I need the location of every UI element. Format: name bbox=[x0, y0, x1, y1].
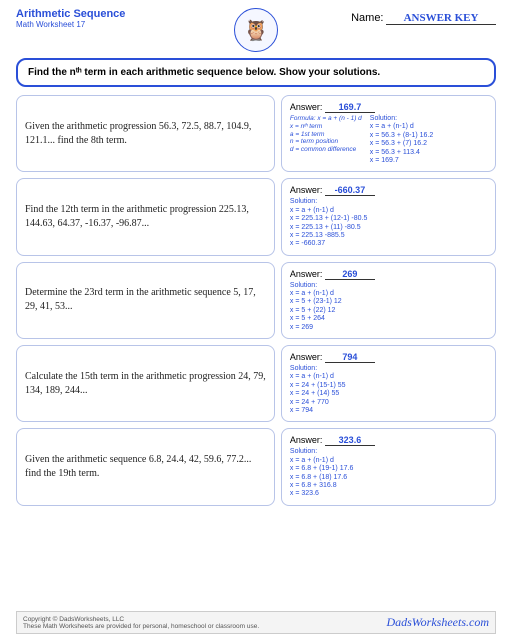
question-box: Given the arithmetic sequence 6.8, 24.4,… bbox=[16, 428, 275, 505]
answer-value: 269 bbox=[325, 269, 375, 280]
answer-line: Answer: -660.37 bbox=[290, 185, 487, 196]
question-box: Determine the 23rd term in the arithmeti… bbox=[16, 262, 275, 339]
question-text: Given the arithmetic progression 56.3, 7… bbox=[25, 120, 266, 148]
question-box: Given the arithmetic progression 56.3, 7… bbox=[16, 95, 275, 172]
answer-box: Answer: 794 Solution: x = a + (n-1) d x … bbox=[281, 345, 496, 422]
name-field: Name: ANSWER KEY bbox=[286, 8, 496, 25]
worksheet-title: Arithmetic Sequence bbox=[16, 8, 226, 20]
answer-line: Answer: 269 bbox=[290, 269, 487, 280]
answer-value: -660.37 bbox=[325, 185, 375, 196]
answer-box: Answer: 323.6 Solution: x = a + (n-1) d … bbox=[281, 428, 496, 505]
footer-note: These Math Worksheets are provided for p… bbox=[23, 623, 259, 630]
question-text: Find the 12th term in the arithmetic pro… bbox=[25, 203, 266, 231]
answer-box: Answer: 269 Solution: x = a + (n-1) d x … bbox=[281, 262, 496, 339]
answer-line: Answer: 794 bbox=[290, 352, 487, 363]
answer-line: Answer: 169.7 bbox=[290, 102, 487, 113]
question-text: Determine the 23rd term in the arithmeti… bbox=[25, 286, 266, 314]
header: Arithmetic Sequence Math Worksheet 17 🦉 … bbox=[16, 8, 496, 52]
owl-logo-icon: 🦉 bbox=[234, 8, 278, 52]
answer-line: Answer: 323.6 bbox=[290, 435, 487, 446]
question-box: Calculate the 15th term in the arithmeti… bbox=[16, 345, 275, 422]
problem-row: Given the arithmetic progression 56.3, 7… bbox=[16, 95, 496, 172]
problem-row: Calculate the 15th term in the arithmeti… bbox=[16, 345, 496, 422]
solution-text: Solution: x = a + (n-1) d x = 5 + (23-1)… bbox=[290, 282, 487, 332]
problem-row: Given the arithmetic sequence 6.8, 24.4,… bbox=[16, 428, 496, 505]
solution-text: Solution: x = a + (n-1) d x = 24 + (15-1… bbox=[290, 365, 487, 415]
answer-value: 323.6 bbox=[325, 435, 375, 446]
solution-text: Solution: x = a + (n-1) d x = 225.13 + (… bbox=[290, 198, 487, 248]
instruction-text: Find the nᵗʰ term in each arithmetic seq… bbox=[28, 67, 380, 78]
problems-container: Given the arithmetic progression 56.3, 7… bbox=[16, 95, 496, 506]
header-left: Arithmetic Sequence Math Worksheet 17 bbox=[16, 8, 226, 29]
logo-container: 🦉 bbox=[226, 8, 286, 52]
solution-text: Solution: x = a + (n-1) d x = 6.8 + (19-… bbox=[290, 448, 487, 498]
worksheet-subtitle: Math Worksheet 17 bbox=[16, 20, 226, 29]
question-text: Calculate the 15th term in the arithmeti… bbox=[25, 370, 266, 398]
answer-box: Answer: -660.37 Solution: x = a + (n-1) … bbox=[281, 178, 496, 255]
brand-logo: DadsWorksheets.com bbox=[386, 615, 489, 630]
name-value: ANSWER KEY bbox=[386, 12, 496, 25]
answer-box: Answer: 169.7 Formula: x = a + (n - 1) d… bbox=[281, 95, 496, 172]
question-box: Find the 12th term in the arithmetic pro… bbox=[16, 178, 275, 255]
question-text: Given the arithmetic sequence 6.8, 24.4,… bbox=[25, 453, 266, 481]
problem-row: Find the 12th term in the arithmetic pro… bbox=[16, 178, 496, 255]
answer-value: 169.7 bbox=[325, 102, 375, 113]
formula-text: Formula: x = a + (n - 1) d x = nᵗʰ term … bbox=[290, 115, 362, 165]
instruction-box: Find the nᵗʰ term in each arithmetic seq… bbox=[16, 58, 496, 87]
problem-row: Determine the 23rd term in the arithmeti… bbox=[16, 262, 496, 339]
copyright-text: Copyright © DadsWorksheets, LLC bbox=[23, 616, 259, 623]
answer-value: 794 bbox=[325, 352, 375, 363]
name-label: Name: bbox=[351, 12, 383, 24]
footer: Copyright © DadsWorksheets, LLC These Ma… bbox=[16, 611, 496, 634]
solution-text: Solution: x = a + (n-1) d x = 56.3 + (8-… bbox=[370, 115, 433, 165]
footer-left: Copyright © DadsWorksheets, LLC These Ma… bbox=[23, 616, 259, 630]
